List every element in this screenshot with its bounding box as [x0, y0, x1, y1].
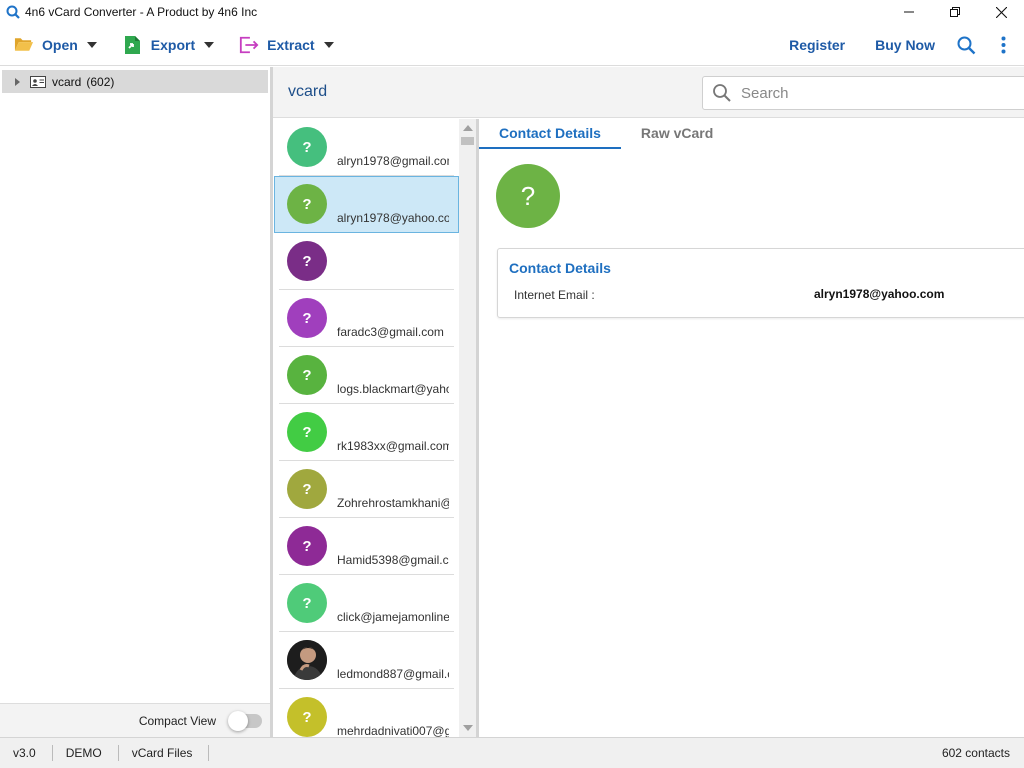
scroll-thumb[interactable]	[461, 137, 474, 145]
contact-item[interactable]: ? alryn1978@yahoo.com	[274, 176, 459, 233]
window-controls	[886, 0, 1024, 24]
contact-item[interactable]: ? alryn1978@gmail.com	[274, 119, 459, 176]
details-tabs: Contact Details Raw vCard	[479, 119, 733, 149]
scroll-up-icon[interactable]	[463, 125, 473, 131]
person-photo-icon	[287, 640, 327, 680]
contact-avatar: ?	[287, 355, 327, 395]
close-icon	[995, 6, 1007, 18]
buy-now-button[interactable]: Buy Now	[875, 37, 935, 53]
search-icon	[957, 36, 976, 54]
status-file-type: vCard Files	[119, 745, 210, 761]
extract-icon	[239, 35, 259, 55]
tab-raw-vcard[interactable]: Raw vCard	[621, 119, 733, 149]
contact-email: rk1983xx@gmail.com	[337, 439, 449, 453]
search-box[interactable]	[702, 76, 1024, 110]
register-button[interactable]: Register	[789, 37, 845, 53]
window-title: 4n6 vCard Converter - A Product by 4n6 I…	[25, 5, 258, 19]
minimize-icon	[904, 11, 914, 13]
contact-avatar: ?	[287, 127, 327, 167]
more-options-button[interactable]	[1001, 36, 1006, 54]
field-label-internet-email: Internet Email :	[514, 288, 595, 302]
extract-label: Extract	[267, 36, 315, 53]
search-input[interactable]	[741, 84, 1001, 102]
contact-email: alryn1978@gmail.com	[337, 154, 449, 168]
toolbar-search-button[interactable]	[957, 36, 976, 55]
contact-item[interactable]: ledmond887@gmail.com	[274, 632, 459, 689]
contact-avatar: ?	[287, 184, 327, 224]
contact-item[interactable]: ? Zohrehrostamkhani@	[274, 461, 459, 518]
minimize-button[interactable]	[886, 0, 932, 24]
folder-open-icon	[14, 35, 34, 55]
contact-avatar: ?	[287, 298, 327, 338]
status-bar: v3.0 DEMO vCard Files 602 contacts	[0, 737, 1024, 768]
detail-avatar: ?	[496, 164, 560, 228]
card-title: Contact Details	[509, 260, 611, 276]
folder-tree-panel: vcard (602) Compact View	[0, 67, 270, 737]
contact-avatar: ?	[287, 241, 327, 281]
left-splitter[interactable]	[270, 67, 273, 737]
contact-email: Zohrehrostamkhani@	[337, 496, 449, 510]
toggle-knob	[228, 710, 248, 731]
open-button[interactable]: Open	[14, 24, 97, 66]
compact-view-toggle[interactable]	[228, 710, 262, 731]
contact-item[interactable]: ? Hamid5398@gmail.com	[274, 518, 459, 575]
export-file-icon	[123, 35, 143, 55]
extract-button[interactable]: Extract	[239, 24, 334, 66]
contact-list: ? alryn1978@gmail.com ? alryn1978@yahoo.…	[274, 119, 459, 737]
status-version: v3.0	[0, 745, 53, 761]
contact-item[interactable]: ?	[274, 233, 459, 290]
tab-contact-details[interactable]: Contact Details	[479, 119, 621, 149]
open-label: Open	[42, 36, 78, 53]
open-dropdown-icon[interactable]	[86, 41, 97, 48]
contact-email: alryn1978@yahoo.com	[337, 211, 449, 225]
contact-avatar: ?	[287, 583, 327, 623]
export-dropdown-icon[interactable]	[204, 41, 215, 48]
extract-dropdown-icon[interactable]	[323, 41, 334, 48]
folder-title: vcard	[288, 83, 328, 100]
tree-item-count: (602)	[86, 74, 115, 89]
export-label: Export	[150, 36, 196, 53]
scroll-down-icon[interactable]	[463, 725, 473, 731]
contact-email: mehrdadnivati007@g	[337, 724, 449, 737]
tree-item-vcard[interactable]: vcard (602)	[2, 70, 268, 93]
export-button[interactable]: Export	[123, 24, 215, 66]
restore-button[interactable]	[932, 0, 978, 24]
compact-view-label: Compact View	[138, 713, 216, 728]
restore-icon	[950, 7, 960, 17]
contact-item[interactable]: ? faradc3@gmail.com	[274, 290, 459, 347]
contact-item[interactable]: ? logs.blackmart@yahoo.com	[274, 347, 459, 404]
field-value-internet-email: alryn1978@yahoo.com	[814, 287, 945, 301]
toolbar-right: Register Buy Now	[789, 24, 1024, 66]
contact-avatar: ?	[287, 412, 327, 452]
folder-header: vcard	[273, 67, 1024, 118]
contact-list-scrollbar[interactable]	[459, 119, 476, 737]
contact-avatar: ?	[287, 469, 327, 509]
more-vertical-icon	[1001, 36, 1006, 54]
contact-avatar: ?	[287, 526, 327, 566]
title-bar: 4n6 vCard Converter - A Product by 4n6 I…	[0, 0, 1024, 24]
contact-item[interactable]: ? click@jamejamonline	[274, 575, 459, 632]
status-mode: DEMO	[53, 745, 119, 761]
contact-card-icon	[30, 75, 46, 88]
contact-email: ledmond887@gmail.com	[337, 667, 449, 681]
contact-email: faradc3@gmail.com	[337, 325, 444, 339]
toolbar: Open Export Extract Register Buy Now	[0, 24, 1024, 66]
contact-item[interactable]: ? rk1983xx@gmail.com	[274, 404, 459, 461]
close-button[interactable]	[978, 0, 1024, 24]
status-contact-count: 602 contacts	[941, 746, 1010, 760]
contact-details-card: Contact Details Internet Email : alryn19…	[497, 248, 1024, 318]
compact-view-bar: Compact View	[0, 703, 270, 737]
expand-arrow-icon[interactable]	[15, 77, 20, 86]
search-icon	[713, 84, 731, 102]
contact-item[interactable]: ? mehrdadnivati007@g	[274, 689, 459, 737]
contact-email: click@jamejamonline	[337, 610, 449, 624]
contact-email: Hamid5398@gmail.com	[337, 553, 449, 567]
contact-avatar: ?	[287, 697, 327, 737]
contact-photo	[287, 640, 327, 680]
tree-item-label: vcard	[52, 74, 82, 89]
app-logo-icon	[6, 5, 20, 19]
details-pane: Contact Details Raw vCard ? Contact Deta…	[479, 119, 1024, 737]
contact-email: logs.blackmart@yahoo.com	[337, 382, 449, 396]
